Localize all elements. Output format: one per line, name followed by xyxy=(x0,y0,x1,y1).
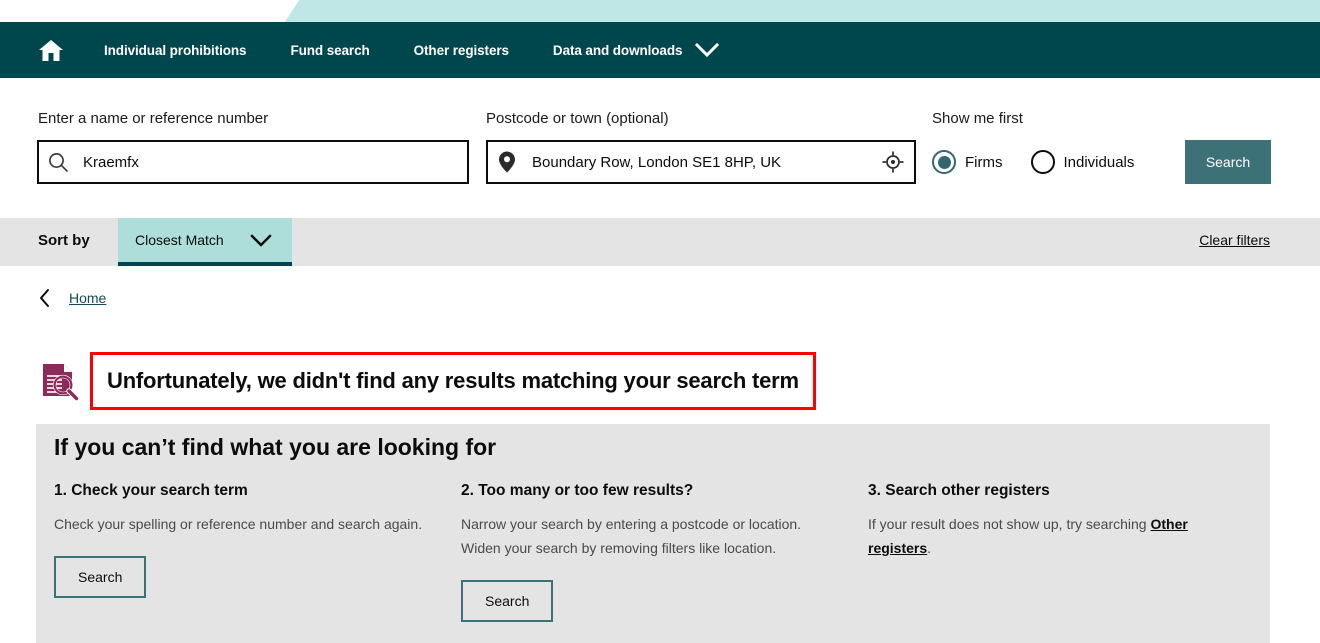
nav-item-fund-search[interactable]: Fund search xyxy=(290,43,369,58)
chevron-left-icon[interactable] xyxy=(38,288,51,308)
help-panel: If you can’t find what you are looking f… xyxy=(36,424,1270,643)
help-column-3-body: If your result does not show up, try sea… xyxy=(868,512,1252,560)
chevron-down-icon xyxy=(249,233,273,248)
breadcrumb-home-link[interactable]: Home xyxy=(69,290,106,306)
help-column-3-title: 3. Search other registers xyxy=(868,482,1050,499)
help-column-2-body: Narrow your search by entering a postcod… xyxy=(461,512,846,560)
help-panel-title: If you can’t find what you are looking f… xyxy=(54,434,497,460)
search-form-region: Enter a name or reference number Kraemfx… xyxy=(0,78,1320,218)
clear-filters-link[interactable]: Clear filters xyxy=(1199,232,1270,248)
name-field-label: Enter a name or reference number xyxy=(38,110,269,127)
nav-item-individual-prohibitions[interactable]: Individual prohibitions xyxy=(104,43,247,58)
help-column-too-many-results: 2. Too many or too few results? Narrow y… xyxy=(461,482,868,623)
home-icon[interactable] xyxy=(36,35,66,65)
no-results-banner: Unfortunately, we didn't find any result… xyxy=(36,352,816,410)
no-results-message-box: Unfortunately, we didn't find any result… xyxy=(90,352,816,410)
show-me-first-radio-group: Firms Individuals xyxy=(932,140,1134,184)
help-column-check-search-term: 1. Check your search term Check your spe… xyxy=(54,482,461,622)
map-pin-icon xyxy=(488,150,526,174)
sort-filter-bar: Sort by Closest Match Clear filters xyxy=(0,218,1320,266)
postcode-input[interactable]: Boundary Row, London SE1 8HP, UK xyxy=(486,140,916,184)
sort-by-selected-value: Closest Match xyxy=(135,232,224,248)
chevron-down-icon[interactable] xyxy=(694,42,720,58)
document-search-icon xyxy=(36,358,82,404)
show-me-first-label: Show me first xyxy=(932,110,1023,127)
no-results-message: Unfortunately, we didn't find any result… xyxy=(107,368,799,393)
nav-item-data-and-downloads[interactable]: Data and downloads xyxy=(553,43,683,58)
radio-firms-label: Firms xyxy=(965,153,1003,171)
help-column-2-title: 2. Too many or too few results? xyxy=(461,482,694,499)
nav-items: Individual prohibitions Fund search Othe… xyxy=(104,42,720,58)
search-button[interactable]: Search xyxy=(1185,140,1271,184)
help-column-3-body-suffix: . xyxy=(927,540,932,557)
breadcrumb: Home xyxy=(38,288,106,308)
crosshair-locate-icon[interactable] xyxy=(872,151,914,173)
search-icon xyxy=(39,151,77,173)
top-accent-strip xyxy=(0,0,1320,22)
radio-individuals[interactable]: Individuals xyxy=(1030,150,1135,174)
radio-firms[interactable]: Firms xyxy=(932,150,1003,174)
help-panel-columns: 1. Check your search term Check your spe… xyxy=(54,482,1252,623)
help-column-2-body-line1: Narrow your search by entering a postcod… xyxy=(461,516,802,532)
search-input-value: Kraemfx xyxy=(83,153,139,171)
sort-by-dropdown[interactable]: Closest Match xyxy=(118,218,292,266)
radio-firms-dot xyxy=(932,150,956,174)
sort-by-label: Sort by xyxy=(38,232,90,249)
search-input[interactable]: Kraemfx xyxy=(37,140,469,184)
postcode-input-value: Boundary Row, London SE1 8HP, UK xyxy=(532,153,782,171)
help-column-1-title: 1. Check your search term xyxy=(54,482,248,499)
help-search-button-1[interactable]: Search xyxy=(54,556,147,599)
nav-item-other-registers[interactable]: Other registers xyxy=(414,43,509,58)
radio-individuals-label: Individuals xyxy=(1063,153,1135,171)
help-column-3-body-prefix: If your result does not show up, try sea… xyxy=(868,516,1151,532)
postcode-field-label: Postcode or town (optional) xyxy=(486,110,669,127)
top-accent-diagonal xyxy=(285,0,1320,22)
radio-individuals-dot xyxy=(1030,150,1055,174)
main-navigation-bar: Individual prohibitions Fund search Othe… xyxy=(0,22,1320,78)
help-column-2-body-line2: Widen your search by removing filters li… xyxy=(461,540,777,557)
help-search-button-2[interactable]: Search xyxy=(461,580,554,623)
help-column-1-body: Check your spelling or reference number … xyxy=(54,516,423,532)
help-column-other-registers: 3. Search other registers If your result… xyxy=(868,482,1252,622)
